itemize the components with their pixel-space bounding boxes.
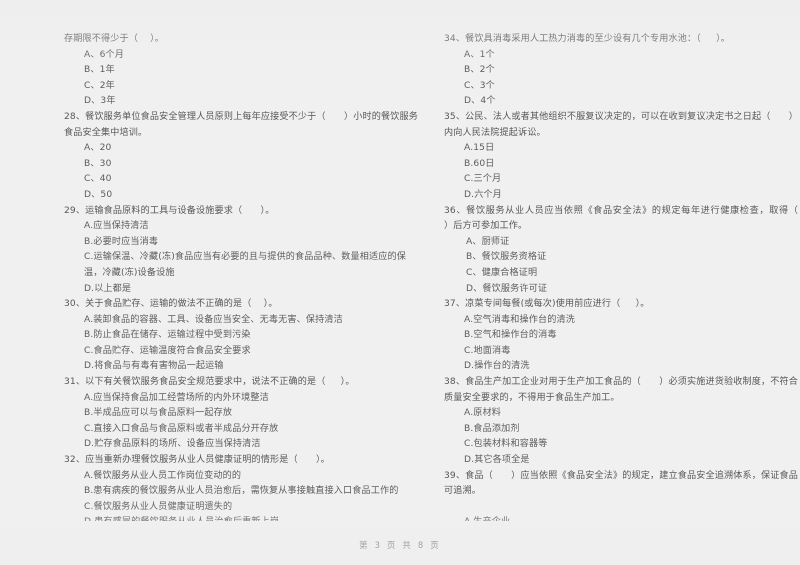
- option-b[interactable]: B.必要时应当消毒: [64, 235, 418, 251]
- option-b[interactable]: B.防止食品在储存、运输过程中受到污染: [64, 328, 418, 344]
- question-stem: 37、凉菜专间每餐(或每次)使用前应进行（ ）。: [444, 299, 650, 310]
- question-block: 存期限不得少于（ ）。 A、6个月 B、1年 C、2年 D、3年: [64, 32, 418, 110]
- option-c[interactable]: C、健康合格证明: [444, 266, 798, 282]
- option-d[interactable]: D.六个月: [444, 188, 798, 204]
- question-stem: 36、餐饮服务从业人员应当依照《食品安全法》的规定每年进行健康检查，取得（ ）后…: [444, 205, 798, 232]
- question-stem: 38、食品生产加工企业对用于生产加工食品的（ ）必须实施进货验收制度，不符合质量…: [444, 377, 798, 403]
- option-a[interactable]: A.15日: [444, 141, 798, 157]
- option-d[interactable]: D.将食品与有毒有害物品一起运输: [64, 359, 418, 375]
- option-a[interactable]: A.餐饮服务从业人员工作岗位变动的的: [64, 469, 418, 485]
- option-b[interactable]: B.半成品应可以与食品原料一起存放: [64, 406, 418, 422]
- option-a[interactable]: A、厨师证: [444, 235, 798, 251]
- option-b[interactable]: B.空气和操作台的消毒: [444, 328, 798, 344]
- option-d[interactable]: D.患有感冒的餐饮服务从业人员治愈后重新上岗: [64, 515, 418, 521]
- option-b[interactable]: B、2个: [444, 63, 798, 79]
- option-b[interactable]: B、餐饮服务资格证: [444, 250, 798, 266]
- two-column-body: 存期限不得少于（ ）。 A、6个月 B、1年 C、2年 D、3年 28、餐饮服务…: [0, 32, 800, 521]
- option-c[interactable]: C.包装材料和容器等: [444, 437, 798, 453]
- option-b[interactable]: B.60日: [444, 157, 798, 173]
- question-block: 30、关于食品贮存、运输的做法不正确的是（ ）。 A.装卸食品的容器、工具、设备…: [64, 297, 418, 375]
- option-b[interactable]: B.患有病疾的餐饮服务从业人员治愈后，需恢复从事接触直接入口食品工作的: [64, 484, 418, 500]
- page-footer: 第 3 页 共 8 页: [359, 540, 441, 550]
- right-column: 34、餐饮具消毒采用人工热力消毒的至少设有几个专用水池：（ ）。 A、1个 B、…: [420, 32, 800, 521]
- question-block: 32、应当重新办理餐饮服务从业人员健康证明的情形是（ ）。 A.餐饮服务从业人员…: [64, 453, 418, 521]
- option-d[interactable]: D.以上都是: [64, 282, 418, 298]
- question-block: 38、食品生产加工企业对用于生产加工食品的（ ）必须实施进货验收制度，不符合质量…: [444, 375, 798, 469]
- exam-page: 存期限不得少于（ ）。 A、6个月 B、1年 C、2年 D、3年 28、餐饮服务…: [0, 0, 800, 565]
- question-block: 28、餐饮服务单位食品安全管理人员原则上每年应接受不少于（ ）小时的餐饮服务食品…: [64, 110, 418, 204]
- option-a[interactable]: A、20: [64, 141, 418, 157]
- option-a[interactable]: A.空气消毒和操作台的清洗: [444, 313, 798, 329]
- question-stem: 29、运输食品原料的工具与设备设施要求（ ）。: [64, 205, 275, 216]
- option-c[interactable]: C、2年: [64, 79, 418, 95]
- option-c[interactable]: C.地面消毒: [444, 344, 798, 360]
- option-c[interactable]: C、3个: [444, 79, 798, 95]
- option-d[interactable]: D.贮存食品原料的场所、设备应当保持清洁: [64, 437, 418, 453]
- question-stem: 存期限不得少于（ ）。: [64, 34, 165, 44]
- question-block: 31、以下有关餐饮服务食品安全规范要求中，说法不正确的是（ ）。 A.应当保持食…: [64, 375, 418, 453]
- option-d[interactable]: D、3年: [64, 94, 418, 110]
- option-d[interactable]: D、4个: [444, 94, 798, 110]
- option-d[interactable]: D、50: [64, 188, 418, 204]
- option-c[interactable]: C.食品贮存、运输温度符合食品安全要求: [64, 344, 418, 360]
- question-stem: 32、应当重新办理餐饮服务从业人员健康证明的情形是（ ）。: [64, 455, 330, 466]
- option-a[interactable]: A.应当保持食品加工经营场所的内外环境整洁: [64, 391, 418, 407]
- option-c[interactable]: C.三个月: [444, 172, 798, 188]
- question-stem: 34、餐饮具消毒采用人工热力消毒的至少设有几个专用水池：（ ）。: [444, 34, 731, 44]
- question-stem: 28、餐饮服务单位食品安全管理人员原则上每年应接受不少于（ ）小时的餐饮服务食品…: [64, 111, 418, 138]
- option-c[interactable]: C.餐饮服务从业人员健康证明遗失的: [64, 500, 418, 516]
- option-c[interactable]: C.直接入口食品与食品原料或者半成品分开存放: [64, 422, 418, 438]
- option-a[interactable]: A.应当保持清洁: [64, 219, 418, 235]
- option-b[interactable]: B、30: [64, 157, 418, 173]
- option-d[interactable]: D.操作台的清洗: [444, 359, 798, 375]
- question-block: 35、公民、法人或者其他组织不服复议决定的，可以在收到复议决定书之日起（ ）内向…: [444, 110, 798, 204]
- question-block: 37、凉菜专间每餐(或每次)使用前应进行（ ）。 A.空气消毒和操作台的清洗 B…: [444, 297, 798, 375]
- question-stem: 30、关于食品贮存、运输的做法不正确的是（ ）。: [64, 299, 278, 310]
- option-c[interactable]: C.运输保温、冷藏(冻)食品应当有必要的且与提供的食品品种、数量相适应的保温，冷…: [64, 250, 418, 281]
- left-column: 存期限不得少于（ ）。 A、6个月 B、1年 C、2年 D、3年 28、餐饮服务…: [0, 32, 420, 521]
- question-stem: 35、公民、法人或者其他组织不服复议决定的，可以在收到复议决定书之日起（ ）内向…: [444, 111, 798, 138]
- option-a[interactable]: A.生产企业: [444, 515, 798, 521]
- option-b[interactable]: B.食品添加剂: [444, 422, 798, 438]
- question-block: 39、食品（ ）应当依照《食品安全法》的规定，建立食品安全追溯体系，保证食品可追…: [444, 469, 798, 521]
- option-a[interactable]: A、6个月: [64, 48, 418, 64]
- question-block: 29、运输食品原料的工具与设备设施要求（ ）。 A.应当保持清洁 B.必要时应当…: [64, 204, 418, 298]
- question-stem: 39、食品（ ）应当依照《食品安全法》的规定，建立食品安全追溯体系，保证食品可追…: [444, 470, 798, 497]
- option-d[interactable]: D.其它各项全是: [444, 453, 798, 469]
- option-a[interactable]: A.装卸食品的容器、工具、设备应当安全、无毒无害、保持清洁: [64, 313, 418, 329]
- option-c[interactable]: C、40: [64, 172, 418, 188]
- option-a[interactable]: A、1个: [444, 48, 798, 64]
- question-block: 34、餐饮具消毒采用人工热力消毒的至少设有几个专用水池：（ ）。 A、1个 B、…: [444, 32, 798, 110]
- question-stem: 31、以下有关餐饮服务食品安全规范要求中，说法不正确的是（ ）。: [64, 377, 355, 388]
- question-block: 36、餐饮服务从业人员应当依照《食品安全法》的规定每年进行健康检查，取得（ ）后…: [444, 204, 798, 298]
- option-a[interactable]: A.原材料: [444, 406, 798, 422]
- option-b[interactable]: B、1年: [64, 63, 418, 79]
- option-d[interactable]: D、餐饮服务许可证: [444, 282, 798, 298]
